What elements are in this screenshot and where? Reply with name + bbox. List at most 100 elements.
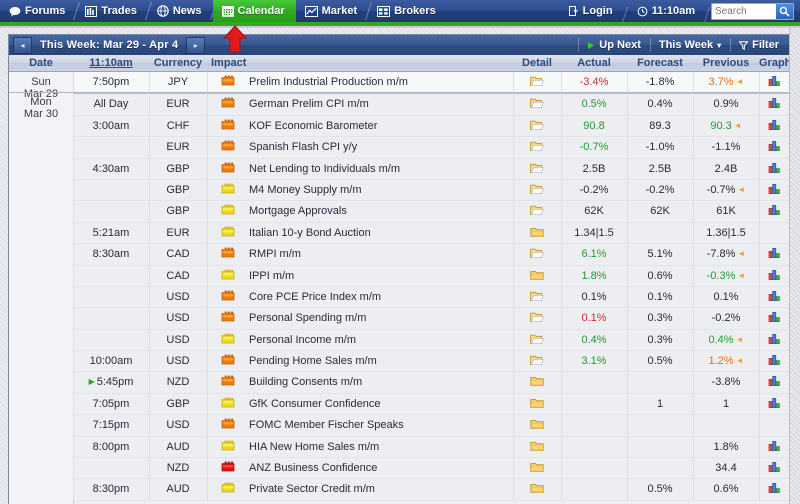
row-impact-cell[interactable]	[207, 479, 249, 499]
row-impact-cell[interactable]	[207, 308, 249, 328]
row-impact-cell[interactable]	[207, 372, 249, 392]
row-detail-cell[interactable]	[513, 180, 561, 200]
table-row[interactable]: EUR Spanish Flash CPI y/y -0.7% -1.0% -1.1%	[9, 137, 791, 159]
table-row[interactable]: 8:00pm AUD HIA New Home Sales m/m 1.8%	[9, 436, 791, 459]
row-graph-cell[interactable]	[759, 437, 791, 457]
row-impact-cell[interactable]	[207, 351, 249, 371]
row-graph-cell[interactable]	[759, 72, 791, 92]
row-event-cell[interactable]: Building Consents m/m	[249, 372, 513, 392]
table-row[interactable]: USD Personal Income m/m 0.4% 0.3% 0.4% ◄	[9, 329, 791, 352]
row-event-cell[interactable]: Personal Income m/m	[249, 330, 513, 350]
row-event-cell[interactable]: Core PCE Price Index m/m	[249, 287, 513, 307]
row-graph-cell[interactable]	[759, 94, 791, 114]
row-event-cell[interactable]: Prelim Industrial Production m/m	[249, 72, 513, 92]
column-header-impact[interactable]: Impact	[207, 55, 269, 71]
table-row[interactable]: All Day EUR German Prelim CPI m/m 0.5% 0.4% 0…	[9, 93, 791, 116]
table-row[interactable]: 4:30am GBP Net Lending to Individuals m/m 2…	[9, 158, 791, 180]
table-row[interactable]: USD Core PCE Price Index m/m 0.1% 0.1% 0.1%	[9, 286, 791, 309]
up-next-button[interactable]: Up Next	[578, 35, 650, 55]
row-event-cell[interactable]: HIA New Home Sales m/m	[249, 437, 513, 457]
nav-tab-news[interactable]: News	[148, 0, 217, 22]
column-header-date[interactable]: Date	[9, 55, 73, 71]
nav-tab-forums[interactable]: Forums	[0, 0, 81, 22]
nav-tab-calendar[interactable]: Calendar	[212, 0, 296, 22]
table-row[interactable]: USD Personal Spending m/m 0.1% 0.3% -0.2%	[9, 308, 791, 330]
row-impact-cell[interactable]	[207, 180, 249, 200]
next-week-button[interactable]: ▸	[186, 36, 206, 54]
row-detail-cell[interactable]	[513, 330, 561, 350]
table-row[interactable]: 3:00am CHF KOF Economic Barometer 90.8 89.3 9…	[9, 115, 791, 138]
row-graph-cell[interactable]	[759, 159, 791, 179]
clock-display[interactable]: 11:10am	[625, 5, 710, 25]
nav-tab-brokers[interactable]: Brokers	[368, 0, 447, 22]
row-event-cell[interactable]: German Prelim CPI m/m	[249, 94, 513, 114]
row-detail-cell[interactable]	[513, 244, 561, 264]
row-graph-cell[interactable]	[759, 180, 791, 200]
vertical-scrollbar-gutter[interactable]	[789, 28, 800, 504]
row-detail-cell[interactable]	[513, 351, 561, 371]
table-row[interactable]: 10:00am USD Pending Home Sales m/m 3.1% 0.5%…	[9, 351, 791, 373]
table-row[interactable]: 7:50pm JPY Prelim Industrial Production m/…	[9, 72, 791, 94]
row-event-cell[interactable]: M4 Money Supply m/m	[249, 180, 513, 200]
nav-tab-market[interactable]: Market	[296, 0, 373, 22]
table-row[interactable]: 7:15pm USD FOMC Member Fischer Speaks	[9, 415, 791, 437]
row-detail-cell[interactable]	[513, 458, 561, 478]
table-row[interactable]: 8:30am CAD RMPI m/m 6.1% 5.1% -7.8% ◄	[9, 244, 791, 266]
row-event-cell[interactable]: FOMC Member Fischer Speaks	[249, 415, 513, 435]
row-impact-cell[interactable]	[207, 201, 249, 221]
table-row[interactable]: CAD IPPI m/m 1.8% 0.6% -0.3% ◄	[9, 265, 791, 287]
row-detail-cell[interactable]	[513, 72, 561, 92]
row-impact-cell[interactable]	[207, 437, 249, 457]
row-event-cell[interactable]: Private Sector Credit m/m	[249, 479, 513, 499]
nav-tab-trades[interactable]: Trades	[76, 0, 152, 22]
row-detail-cell[interactable]	[513, 479, 561, 499]
row-graph-cell[interactable]	[759, 372, 791, 392]
row-impact-cell[interactable]	[207, 287, 249, 307]
row-graph-cell[interactable]	[759, 308, 791, 328]
table-row[interactable]: ▶ 5:45pm NZD Building Consents m/m -3.8%	[9, 372, 791, 394]
row-graph-cell[interactable]	[759, 330, 791, 350]
row-impact-cell[interactable]	[207, 458, 249, 478]
table-row[interactable]: 5:21am EUR Italian 10-y Bond Auction 1.34|1…	[9, 222, 791, 245]
row-event-cell[interactable]: Net Lending to Individuals m/m	[249, 159, 513, 179]
row-event-cell[interactable]: KOF Economic Barometer	[249, 116, 513, 136]
row-graph-cell[interactable]	[759, 266, 791, 286]
row-detail-cell[interactable]	[513, 223, 561, 243]
row-detail-cell[interactable]	[513, 201, 561, 221]
row-impact-cell[interactable]	[207, 223, 249, 243]
row-event-cell[interactable]: Italian 10-y Bond Auction	[249, 223, 513, 243]
search-input[interactable]	[712, 4, 776, 18]
table-row[interactable]: GBP Mortgage Approvals 62K 62K 61K	[9, 201, 791, 223]
row-impact-cell[interactable]	[207, 94, 249, 114]
row-detail-cell[interactable]	[513, 137, 561, 157]
row-event-cell[interactable]: ANZ Business Confidence	[249, 458, 513, 478]
column-header-currency[interactable]: Currency	[149, 55, 207, 71]
row-graph-cell[interactable]	[759, 116, 791, 136]
row-graph-cell[interactable]	[759, 394, 791, 414]
row-detail-cell[interactable]	[513, 94, 561, 114]
row-graph-cell[interactable]	[759, 287, 791, 307]
table-row[interactable]: GBP M4 Money Supply m/m -0.2% -0.2% -0.7% ◄	[9, 179, 791, 202]
row-event-cell[interactable]: Personal Spending m/m	[249, 308, 513, 328]
login-button[interactable]: Login	[557, 5, 628, 25]
row-detail-cell[interactable]	[513, 394, 561, 414]
row-impact-cell[interactable]	[207, 116, 249, 136]
row-impact-cell[interactable]	[207, 330, 249, 350]
previous-week-button[interactable]: ◂	[13, 36, 32, 54]
row-detail-cell[interactable]	[513, 287, 561, 307]
row-graph-cell[interactable]	[759, 479, 791, 499]
table-row[interactable]: 7:05pm GBP GfK Consumer Confidence 1 1	[9, 393, 791, 416]
row-event-cell[interactable]: GfK Consumer Confidence	[249, 394, 513, 414]
row-impact-cell[interactable]	[207, 159, 249, 179]
row-detail-cell[interactable]	[513, 266, 561, 286]
row-detail-cell[interactable]	[513, 415, 561, 435]
filter-button[interactable]: Filter	[730, 35, 791, 55]
row-impact-cell[interactable]	[207, 137, 249, 157]
column-header-time[interactable]: 11:10am	[73, 55, 149, 71]
row-event-cell[interactable]: RMPI m/m	[249, 244, 513, 264]
row-impact-cell[interactable]	[207, 72, 249, 92]
row-graph-cell[interactable]	[759, 244, 791, 264]
row-event-cell[interactable]: Mortgage Approvals	[249, 201, 513, 221]
row-impact-cell[interactable]	[207, 266, 249, 286]
row-impact-cell[interactable]	[207, 415, 249, 435]
